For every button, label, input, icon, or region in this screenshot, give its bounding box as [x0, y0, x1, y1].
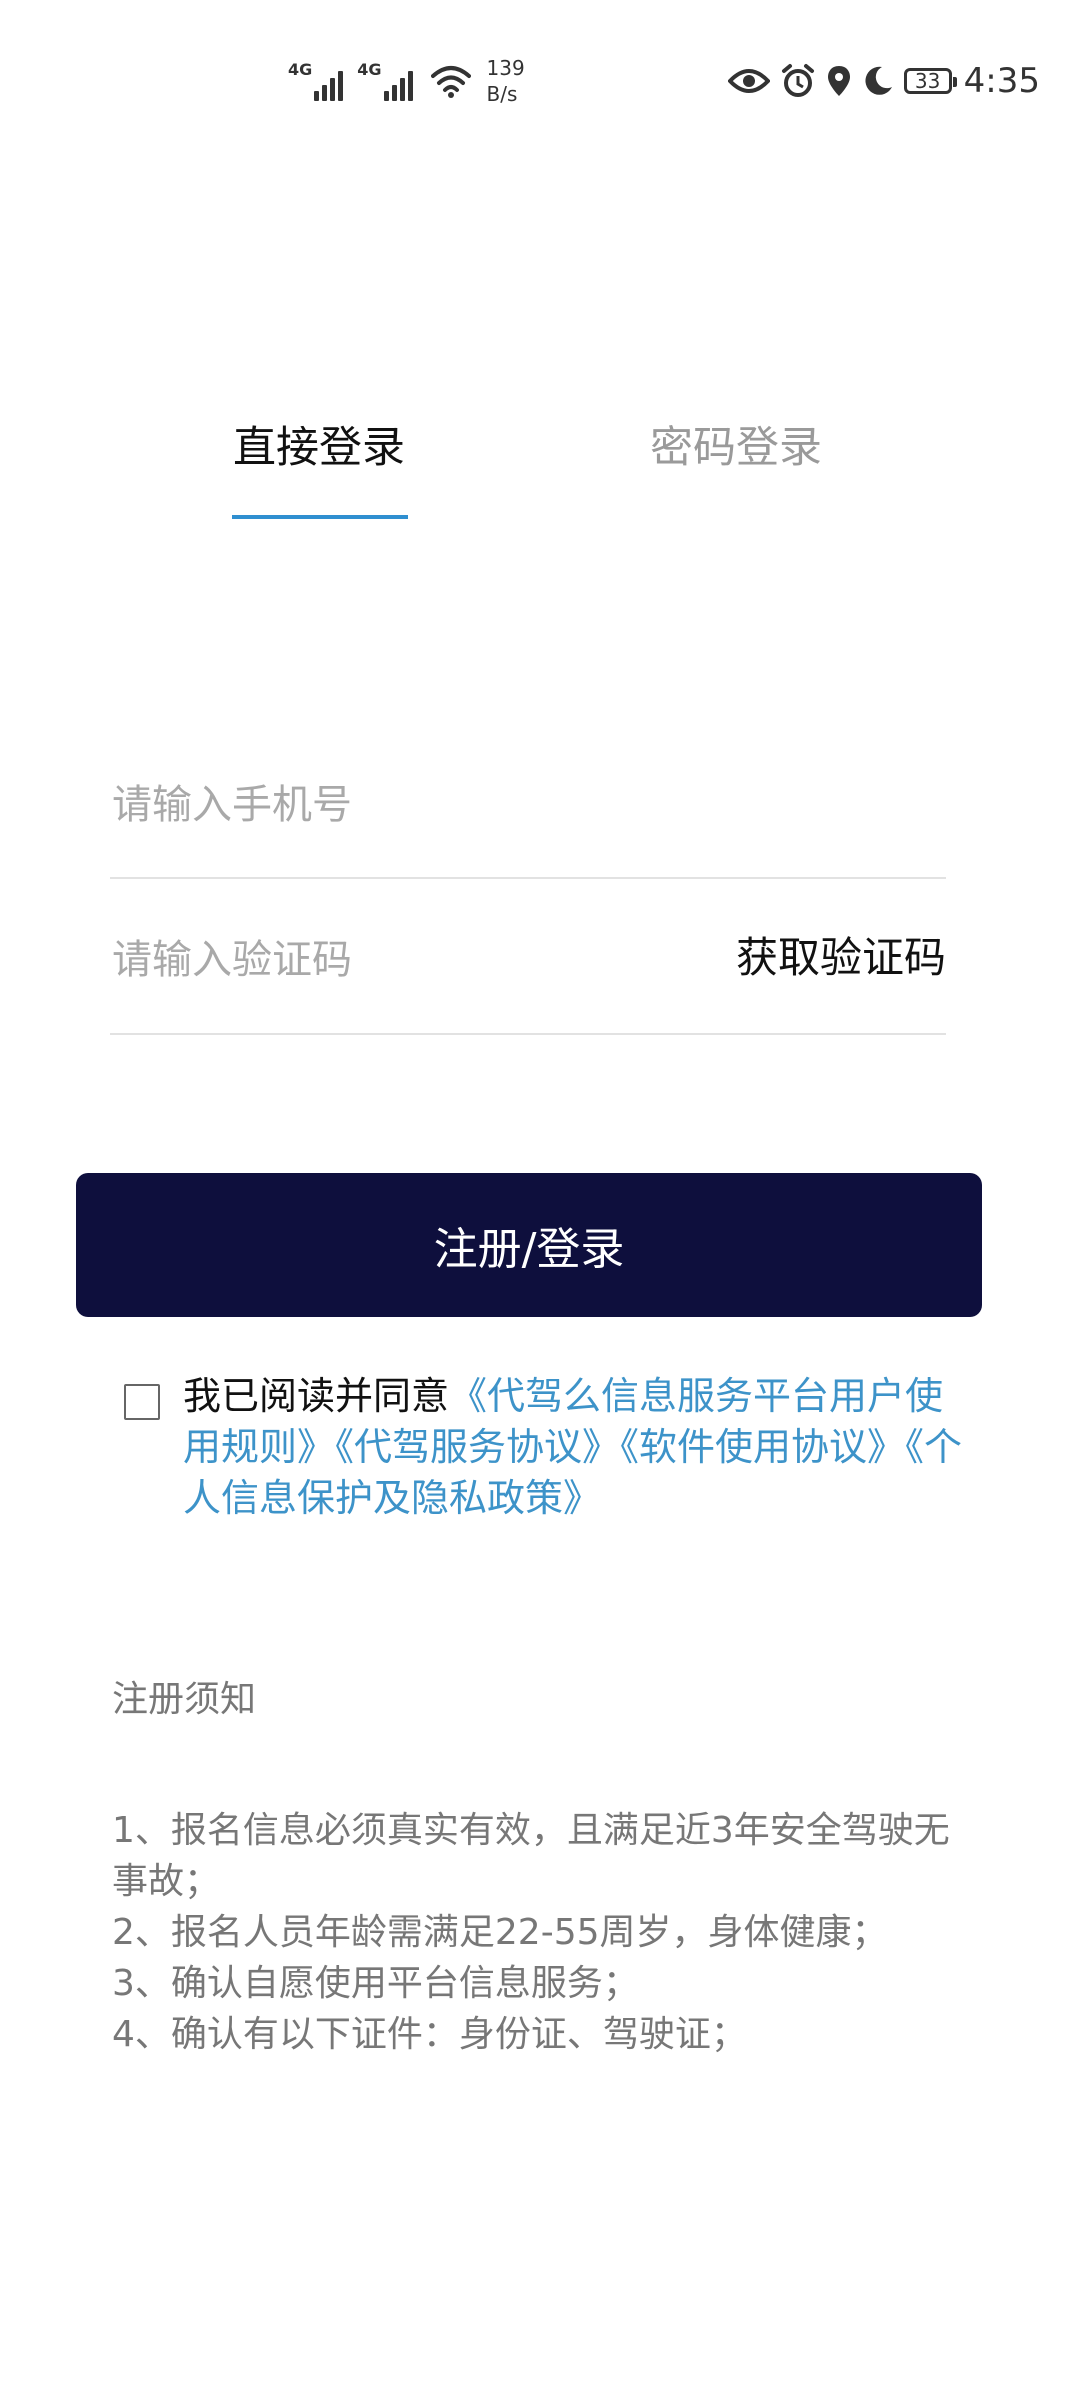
tab-direct-login[interactable]: 直接登录: [233, 418, 405, 478]
get-code-button[interactable]: 获取验证码: [736, 928, 946, 988]
notice-list: 1、报名信息必须真实有效，且满足近3年安全驾驶无事故； 2、报名人员年龄需满足2…: [112, 1805, 952, 2060]
status-left: 4G 4G 139 B/s: [288, 56, 525, 106]
notice-item: 2、报名人员年龄需满足22-55周岁，身体健康；: [112, 1912, 888, 1953]
signal-1: 4G: [288, 60, 344, 101]
notice-item: 3、确认自愿使用平台信息服务；: [112, 1963, 639, 2004]
status-right: 33 4:35: [727, 56, 1040, 106]
notice-item: 1、报名信息必须真实有效，且满足近3年安全驾驶无事故；: [112, 1810, 950, 1902]
status-bar: 4G 4G 139 B/s 33 4:35: [0, 0, 1080, 150]
signal-icon: [383, 69, 413, 101]
phone-input[interactable]: [112, 765, 947, 845]
network-speed-value: 139: [486, 56, 525, 80]
notice-title: 注册须知: [112, 1679, 257, 1720]
divider: [110, 877, 946, 879]
tab-password-login[interactable]: 密码登录: [650, 418, 822, 478]
driving-service-agreement-link[interactable]: 《代驾服务协议》: [335, 1425, 620, 1469]
software-agreement-link[interactable]: 《软件使用协议》: [620, 1425, 905, 1469]
eye-icon: [727, 69, 770, 93]
divider: [110, 1033, 946, 1035]
network-type-label: 4G: [288, 60, 313, 79]
network-speed-unit: B/s: [486, 82, 518, 106]
signal-2: 4G: [357, 60, 413, 101]
register-login-button[interactable]: 注册/登录: [76, 1173, 982, 1317]
network-type-label: 4G: [357, 60, 382, 79]
signal-icon: [314, 69, 344, 101]
wifi-icon: [430, 66, 471, 98]
active-tab-indicator: [232, 515, 408, 519]
moon-icon: [865, 66, 892, 95]
agreement-prefix: 我已阅读并同意: [183, 1374, 450, 1418]
location-icon: [827, 66, 850, 96]
battery-level: 33: [914, 69, 941, 93]
clock: 4:35: [963, 61, 1040, 101]
notice-item: 4、确认有以下证件：身份证、驾驶证；: [112, 2014, 747, 2055]
agreement-checkbox[interactable]: [124, 1384, 160, 1420]
battery-icon: 33: [903, 68, 957, 94]
verification-code-input[interactable]: [112, 920, 672, 1000]
network-speed: 139 B/s: [487, 55, 525, 107]
login-page: 4G 4G 139 B/s 33 4:35 直接登录 密码登录 请输入手机号 请…: [0, 0, 1080, 2400]
alarm-icon: [781, 64, 814, 97]
agreement-text: 我已阅读并同意《代驾么信息服务平台用户使用规则》《代驾服务协议》《软件使用协议》…: [183, 1371, 963, 1524]
